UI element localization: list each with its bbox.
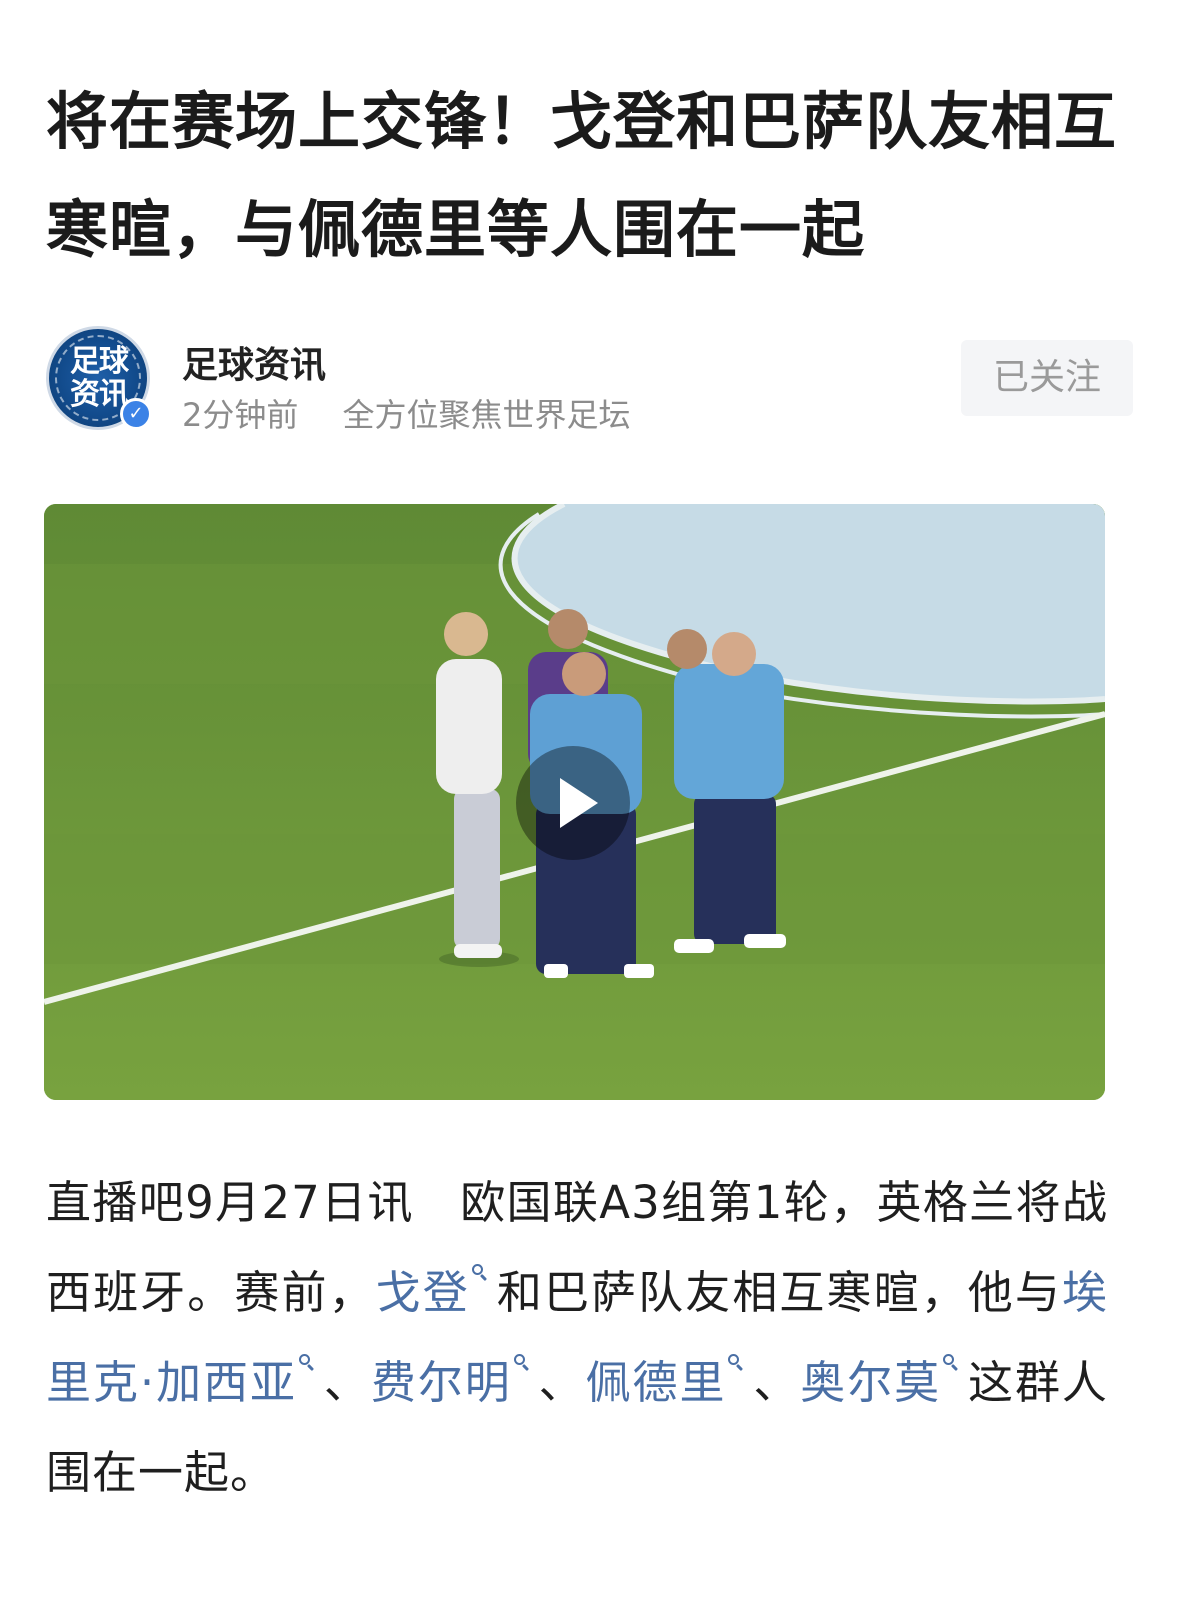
body-text: 、 xyxy=(537,1356,586,1409)
article-title: 将在赛场上交锋！戈登和巴萨队友相互寒暄，与佩德里等人围在一起 xyxy=(46,85,1118,266)
publish-time: 2分钟前 xyxy=(182,396,299,434)
author-meta: 2分钟前 全方位聚焦世界足坛 xyxy=(182,390,631,436)
search-icon[interactable] xyxy=(726,1352,746,1372)
play-icon xyxy=(560,778,598,828)
author-name[interactable]: 足球资讯 xyxy=(182,336,326,388)
author-description: 全方位聚焦世界足坛 xyxy=(342,396,631,434)
entity-link-gordon[interactable]: 戈登 xyxy=(376,1266,470,1319)
article-body: 直播吧9月27日讯 欧国联A3组第1轮，英格兰将战西班牙。赛前，戈登 和巴萨队友相… xyxy=(46,1158,1108,1518)
avatar-text-line1: 足球 xyxy=(70,344,129,379)
follow-button[interactable]: 已关注 xyxy=(961,340,1133,416)
search-icon[interactable] xyxy=(470,1262,490,1282)
entity-link-fermin[interactable]: 费尔明 xyxy=(371,1356,512,1409)
entity-link-olmo[interactable]: 奥尔莫 xyxy=(800,1356,941,1409)
body-text: 和巴萨队友相互寒暄，他与 xyxy=(495,1266,1062,1319)
video-player[interactable] xyxy=(44,504,1105,1100)
play-button[interactable] xyxy=(516,746,630,860)
entity-link-pedri[interactable]: 佩德里 xyxy=(586,1356,727,1409)
body-text: 、 xyxy=(752,1356,801,1409)
search-icon[interactable] xyxy=(297,1352,317,1372)
verified-check-icon: ✓ xyxy=(120,398,152,430)
author-row: 足球 资讯 ✓ 足球资讯 2分钟前 全方位聚焦世界足坛 已关注 xyxy=(46,326,1133,436)
search-icon[interactable] xyxy=(512,1352,532,1372)
search-icon[interactable] xyxy=(941,1352,961,1372)
body-text: 、 xyxy=(322,1356,371,1409)
